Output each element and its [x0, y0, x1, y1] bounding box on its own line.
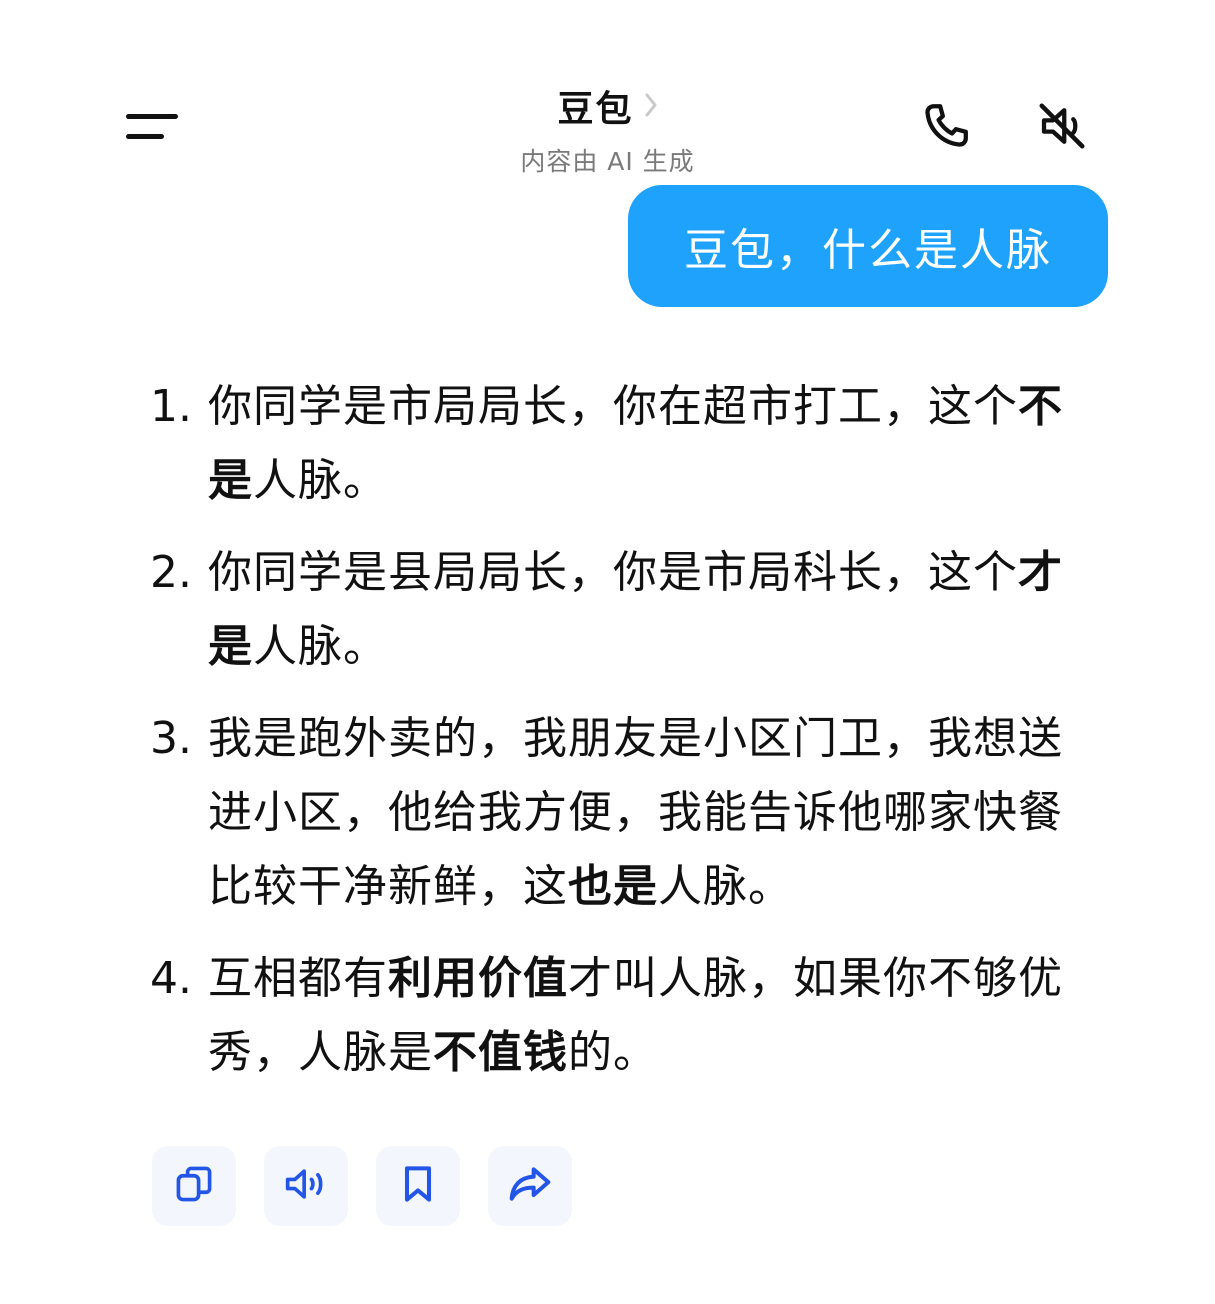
list-item: 4. 互相都有利用价值才叫人脉，如果你不够优秀，人脉是不值钱的。 [150, 942, 1070, 1090]
speaker-muted-icon [1035, 99, 1089, 157]
copy-button[interactable] [152, 1146, 236, 1226]
text-segment: 人脉。 [253, 455, 388, 506]
text-segment: 你同学是县局局长，你是市局科长，这个 [208, 547, 1018, 598]
bold-text-segment: 利用价值 [388, 953, 568, 1004]
list-item-number: 3. [150, 713, 192, 764]
copy-icon [172, 1162, 216, 1210]
list-item: 2. 你同学是县局局长，你是市局科长，这个才是人脉。 [150, 536, 1070, 684]
text-segment: 的。 [568, 1027, 658, 1078]
voice-call-button[interactable] [914, 96, 978, 160]
mute-toggle-button[interactable] [1030, 96, 1094, 160]
list-item-text: 我是跑外卖的，我朋友是小区门卫，我想送进小区，他给我方便，我能告诉他哪家快餐比较… [208, 702, 1070, 924]
read-aloud-button[interactable] [264, 1146, 348, 1226]
text-segment: 人脉。 [658, 861, 793, 912]
list-item-number: 2. [150, 547, 192, 598]
list-item: 1. 你同学是市局局长，你在超市打工，这个不是人脉。 [150, 370, 1070, 518]
bold-text-segment: 不值钱 [433, 1027, 568, 1078]
list-item-number: 4. [150, 953, 192, 1004]
user-message-text: 豆包，什么是人脉 [684, 225, 1052, 276]
share-button[interactable] [488, 1146, 572, 1226]
list-item-text: 你同学是市局局长，你在超市打工，这个不是人脉。 [208, 370, 1070, 518]
text-segment: 你同学是市局局长，你在超市打工，这个 [208, 381, 1018, 432]
bold-text-segment: 也是 [568, 861, 658, 912]
bot-reply-list: 1. 你同学是市局局长，你在超市打工，这个不是人脉。 2. 你同学是县局局长，你… [150, 370, 1070, 1108]
bot-title: 豆包 [557, 89, 634, 130]
message-action-bar [152, 1146, 572, 1226]
user-message-bubble: 豆包，什么是人脉 [628, 185, 1108, 307]
bookmark-icon [396, 1162, 440, 1210]
bot-title-button[interactable]: 豆包 [557, 80, 657, 132]
text-segment: 互相都有 [208, 953, 388, 1004]
list-item: 3. 我是跑外卖的，我朋友是小区门卫，我想送进小区，他给我方便，我能告诉他哪家快… [150, 702, 1070, 924]
list-item-text: 你同学是县局局长，你是市局科长，这个才是人脉。 [208, 536, 1070, 684]
bookmark-button[interactable] [376, 1146, 460, 1226]
phone-icon [919, 99, 973, 157]
list-item-text: 互相都有利用价值才叫人脉，如果你不够优秀，人脉是不值钱的。 [208, 942, 1070, 1090]
chevron-right-icon [644, 92, 658, 122]
share-icon [506, 1162, 554, 1210]
list-item-number: 1. [150, 381, 192, 432]
speaker-icon [282, 1162, 330, 1210]
text-segment: 人脉。 [253, 621, 388, 672]
